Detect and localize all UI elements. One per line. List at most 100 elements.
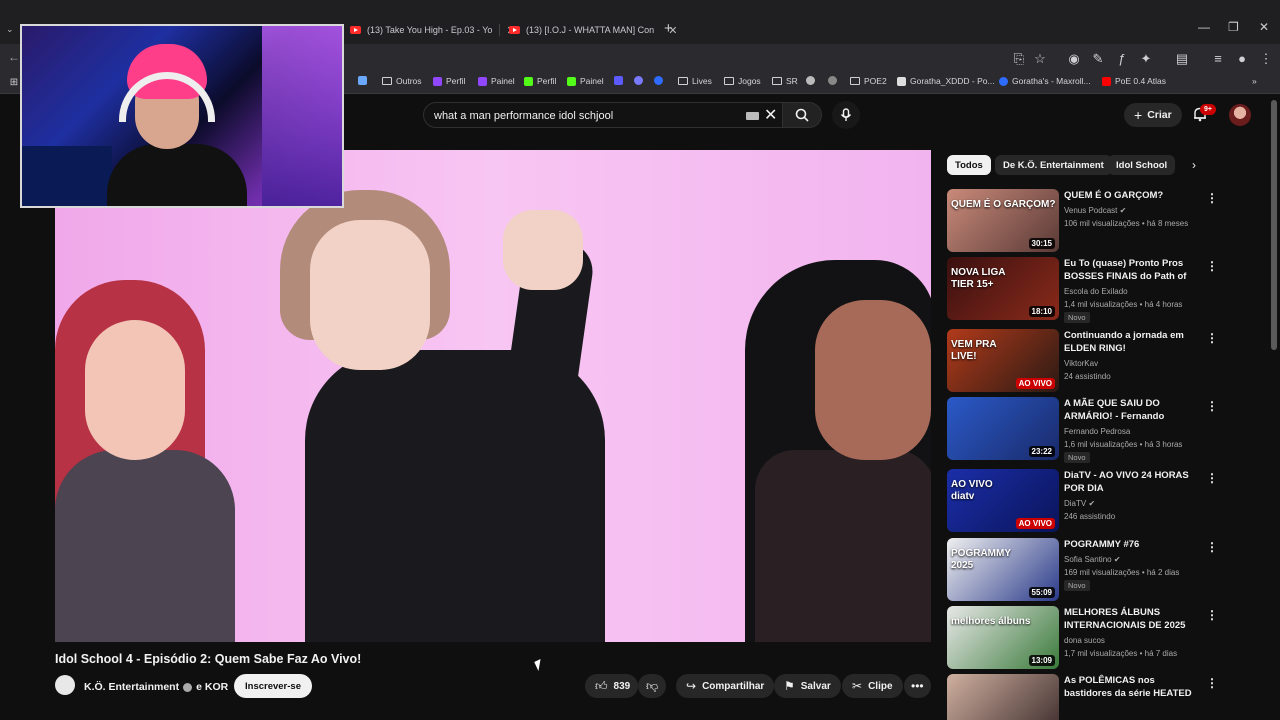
user-avatar[interactable] <box>1229 104 1251 126</box>
bookmark-icon-d[interactable] <box>806 76 815 85</box>
subscribe-button[interactable]: Inscrever-se <box>234 674 312 698</box>
more-options-icon[interactable]: ⋮ <box>1206 608 1218 622</box>
extension-pen-icon[interactable]: ✎ <box>1090 51 1106 67</box>
scrollbar[interactable] <box>1271 100 1277 350</box>
search-box[interactable]: ✕ <box>423 102 789 128</box>
install-app-icon[interactable]: ⎘ <box>1011 51 1027 67</box>
recommendation-title[interactable]: Eu To (quase) Pronto Pros BOSSES FINAIS … <box>1064 257 1200 283</box>
create-button[interactable]: + Criar <box>1124 103 1182 127</box>
bookmark-star-icon[interactable]: ☆ <box>1032 51 1048 67</box>
recommendation-item[interactable]: POGRAMMY 2025 55:09 POGRAMMY #76 Sofia Sant… <box>947 538 1247 602</box>
profile-icon[interactable]: ● <box>1234 51 1250 67</box>
more-options-icon[interactable]: ⋮ <box>1206 399 1218 413</box>
bookmark-twitch-perfil[interactable]: Perfil <box>433 76 465 86</box>
video-thumbnail[interactable]: NOVA LIGA TIER 15+ 18:10 <box>947 257 1059 320</box>
recommendation-title[interactable]: A MÃE QUE SAIU DO ARMÁRIO! - Fernando Pe… <box>1064 397 1200 423</box>
recommendation-item[interactable]: As POLÊMICAS nos bastidores da série HEA… <box>947 674 1247 720</box>
bookmark-goratha-maxroll[interactable]: Goratha's - Maxroll... <box>999 76 1091 86</box>
channel-name[interactable]: K.Ö. Entertainment e KOR <box>84 681 228 693</box>
media-control-icon[interactable]: ≡ <box>1210 51 1226 67</box>
video-thumbnail[interactable]: AO VIVO diatv AO VIVO <box>947 469 1059 532</box>
tab-search-icon[interactable]: ⌄ <box>6 24 14 35</box>
more-options-icon[interactable]: ⋮ <box>1206 676 1218 690</box>
clip-button[interactable]: ✂ Clipe <box>842 674 903 698</box>
back-icon[interactable]: ← <box>8 50 20 64</box>
extension-camera-icon[interactable]: ◉ <box>1066 51 1082 67</box>
recommendation-channel[interactable]: dona sucos <box>1064 635 1105 646</box>
extensions-puzzle-icon[interactable]: ✦ <box>1138 51 1154 67</box>
video-thumbnail[interactable]: POGRAMMY 2025 55:09 <box>947 538 1059 601</box>
recommendation-channel[interactable]: Escola do Exilado <box>1064 286 1128 297</box>
chevron-right-icon[interactable]: › <box>1192 158 1196 172</box>
recommendation-item[interactable]: QUEM É O GARÇOM? 30:15 QUEM É O GARÇOM? Ven… <box>947 189 1247 253</box>
collab-text: e KOR <box>196 681 229 693</box>
recommendation-channel[interactable]: Fernando Pedrosa <box>1064 426 1130 437</box>
like-button[interactable]: 👍︎ 839 <box>585 674 639 698</box>
minimize-button[interactable]: — <box>1198 20 1210 34</box>
channel-avatar[interactable] <box>55 675 75 695</box>
menu-icon[interactable]: ⋮ <box>1258 51 1274 67</box>
clear-search-icon[interactable]: ✕ <box>764 105 777 125</box>
recommendation-title[interactable]: As POLÊMICAS nos bastidores da série HEA… <box>1064 674 1200 700</box>
recommendation-title[interactable]: POGRAMMY #76 <box>1064 538 1200 551</box>
tab-whatta-man[interactable]: (13) [I.O.J - WHATTA MAN] Con ✕ <box>509 19 677 41</box>
share-button[interactable]: ↪ Compartilhar <box>676 674 775 698</box>
sidebar-icon[interactable]: ▤ <box>1174 51 1190 67</box>
recommendation-item[interactable]: VEM PRA LIVE! AO VIVO Continuando a jornad… <box>947 329 1247 393</box>
more-actions-button[interactable]: ••• <box>904 674 931 698</box>
recommendation-item[interactable]: melhores álbuns 13:09 MELHORES ÁLBUNS INTE… <box>947 606 1247 670</box>
recommendation-channel[interactable]: ViktorKav <box>1064 358 1098 369</box>
extension-script-icon[interactable]: ƒ <box>1114 51 1130 67</box>
more-options-icon[interactable]: ⋮ <box>1206 540 1218 554</box>
chip-idol-school[interactable]: Idol School <box>1108 155 1176 175</box>
video-thumbnail[interactable]: QUEM É O GARÇOM? 30:15 <box>947 189 1059 252</box>
bookmark-icon-a[interactable] <box>614 76 623 85</box>
bookmark-jogos[interactable]: Jogos <box>724 76 761 86</box>
bookmark-poe-atlas[interactable]: PoE 0.4 Atlas <box>1102 76 1166 86</box>
video-thumbnail[interactable]: melhores álbuns 13:09 <box>947 606 1059 669</box>
bookmark-outros[interactable]: Outros <box>382 76 422 86</box>
more-options-icon[interactable]: ⋮ <box>1206 191 1218 205</box>
recommendation-title[interactable]: Continuando a jornada em ELDEN RING! <box>1064 329 1200 355</box>
dislike-button[interactable]: 👎︎ <box>638 674 667 698</box>
new-tab-button[interactable]: + <box>664 20 673 37</box>
bookmark-kick-painel[interactable]: Painel <box>567 76 604 86</box>
more-options-icon[interactable]: ⋮ <box>1206 259 1218 273</box>
maximize-button[interactable]: ❐ <box>1228 20 1239 34</box>
recommendation-channel[interactable]: Sofia Santino ✔ <box>1064 554 1121 565</box>
bookmark-twitch-painel[interactable]: Painel <box>478 76 515 86</box>
bookmark-icon-b[interactable] <box>634 76 643 85</box>
more-options-icon[interactable]: ⋮ <box>1206 331 1218 345</box>
search-input[interactable] <box>434 107 734 125</box>
recommendation-item[interactable]: NOVA LIGA TIER 15+ 18:10 Eu To (quase) Pro… <box>947 257 1247 323</box>
bookmark-goratha-xddd[interactable]: Goratha_XDDD - Po... <box>897 76 995 86</box>
video-player[interactable] <box>55 150 931 642</box>
bookmark-spark-icon[interactable] <box>358 76 367 85</box>
video-thumbnail[interactable]: 23:22 <box>947 397 1059 460</box>
recommendation-title[interactable]: MELHORES ÁLBUNS INTERNACIONAIS DE 2025 <box>1064 606 1200 632</box>
recommendation-item[interactable]: AO VIVO diatv AO VIVO DiaTV - AO VIVO 24 H… <box>947 469 1247 533</box>
more-bookmarks-icon[interactable]: » <box>1252 76 1257 86</box>
bookmark-poe2[interactable]: POE2 <box>850 76 887 86</box>
bookmark-icon-c[interactable] <box>654 76 663 85</box>
video-thumbnail[interactable]: VEM PRA LIVE! AO VIVO <box>947 329 1059 392</box>
keyboard-icon[interactable] <box>746 112 759 120</box>
bookmark-lives[interactable]: Lives <box>678 76 712 86</box>
video-thumbnail[interactable] <box>947 674 1059 720</box>
bookmark-kick-perfil[interactable]: Perfil <box>524 76 556 86</box>
close-window-button[interactable]: ✕ <box>1259 20 1269 34</box>
chip-from-channel[interactable]: De K.Ö. Entertainment <box>995 155 1112 175</box>
recommendation-title[interactable]: QUEM É O GARÇOM? <box>1064 189 1200 202</box>
recommendation-item[interactable]: 23:22 A MÃE QUE SAIU DO ARMÁRIO! - Fernan… <box>947 397 1247 463</box>
save-button[interactable]: ⚑ Salvar <box>774 674 841 698</box>
bookmark-icon-e[interactable] <box>828 76 837 85</box>
bookmark-sr[interactable]: SR <box>772 76 798 86</box>
recommendation-channel[interactable]: DiaTV ✔ <box>1064 498 1095 509</box>
recommendation-channel[interactable]: Venus Podcast ✔ <box>1064 205 1126 216</box>
recommendation-title[interactable]: DiaTV - AO VIVO 24 HORAS POR DIA <box>1064 469 1200 495</box>
more-options-icon[interactable]: ⋮ <box>1206 471 1218 485</box>
voice-search-button[interactable] <box>832 101 860 129</box>
chip-all[interactable]: Todos <box>947 155 991 175</box>
tab-take-you-high[interactable]: (13) Take You High - Ep.03 - Yo ✕ <box>350 19 516 41</box>
search-button[interactable] <box>782 102 822 128</box>
